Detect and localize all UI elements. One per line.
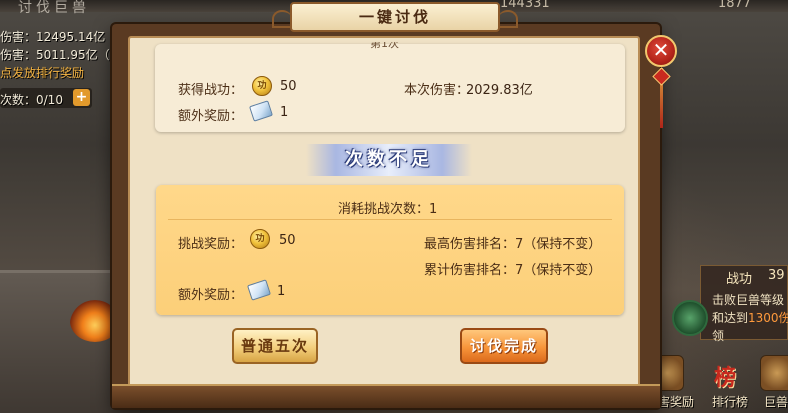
cost-text: 消耗挑战次数：1 [338, 202, 438, 217]
dialog-title-plate: 一键讨伐 [272, 2, 518, 32]
right-desc-line-2: 和达到1300伤 [712, 311, 788, 325]
add-count-button[interactable]: + [73, 89, 90, 106]
crusade-complete-button[interactable]: 讨伐完成 [460, 328, 548, 364]
right-desc-line-3: 领 [712, 329, 725, 343]
coin-icon: 功 [252, 76, 272, 96]
circle-badge-icon[interactable] [672, 300, 708, 336]
background-count: 次数：0/10 [0, 93, 63, 107]
extra-reward-label: 额外奖励： [178, 109, 244, 124]
result-extra-value: 1 [277, 284, 286, 299]
damage-value: 2029.83亿 [466, 83, 533, 98]
background-reward-note: 点发放排行奖励 [0, 66, 85, 80]
total-rank-text: 累计伤害排名：7（保持不变） [424, 263, 602, 278]
challenge-reward-value: 50 [279, 233, 296, 248]
ranking-label[interactable]: 排行榜 [712, 393, 748, 410]
gain-value: 50 [280, 79, 297, 94]
gain-label: 获得战功： [178, 83, 244, 98]
insufficient-count-banner: 次数不足 [306, 144, 472, 176]
result-extra-label: 额外奖励： [178, 288, 244, 303]
close-icon[interactable]: ✕ [645, 35, 677, 67]
beast-label[interactable]: 巨兽 [764, 393, 788, 410]
normal-five-times-button[interactable]: 普通五次 [232, 328, 318, 364]
damage-label: 本次伤害： [404, 83, 470, 98]
ranking-icon[interactable]: 榜 [714, 360, 736, 392]
extra-reward-value: 1 [280, 105, 289, 120]
zhangong-value: 39 [768, 268, 785, 283]
background-top-value-2: 1877 [718, 0, 752, 11]
right-desc-line-1: 击败巨兽等级 [712, 293, 785, 307]
beast-icon[interactable] [760, 355, 788, 391]
banner-text: 次数不足 [345, 149, 433, 170]
coin-icon: 功 [250, 229, 270, 249]
result-divider [168, 219, 612, 220]
max-rank-text: 最高伤害排名：7（保持不变） [424, 237, 602, 252]
zhangong-label: 战功 [726, 272, 753, 287]
background-title: 讨伐巨兽 [18, 0, 90, 16]
dialog-bottom-bar [112, 384, 660, 408]
challenge-reward-label: 挑战奖励： [178, 237, 244, 252]
record-header-partial: 第1次 [370, 42, 399, 50]
dialog-title: 一键讨伐 [358, 8, 431, 26]
